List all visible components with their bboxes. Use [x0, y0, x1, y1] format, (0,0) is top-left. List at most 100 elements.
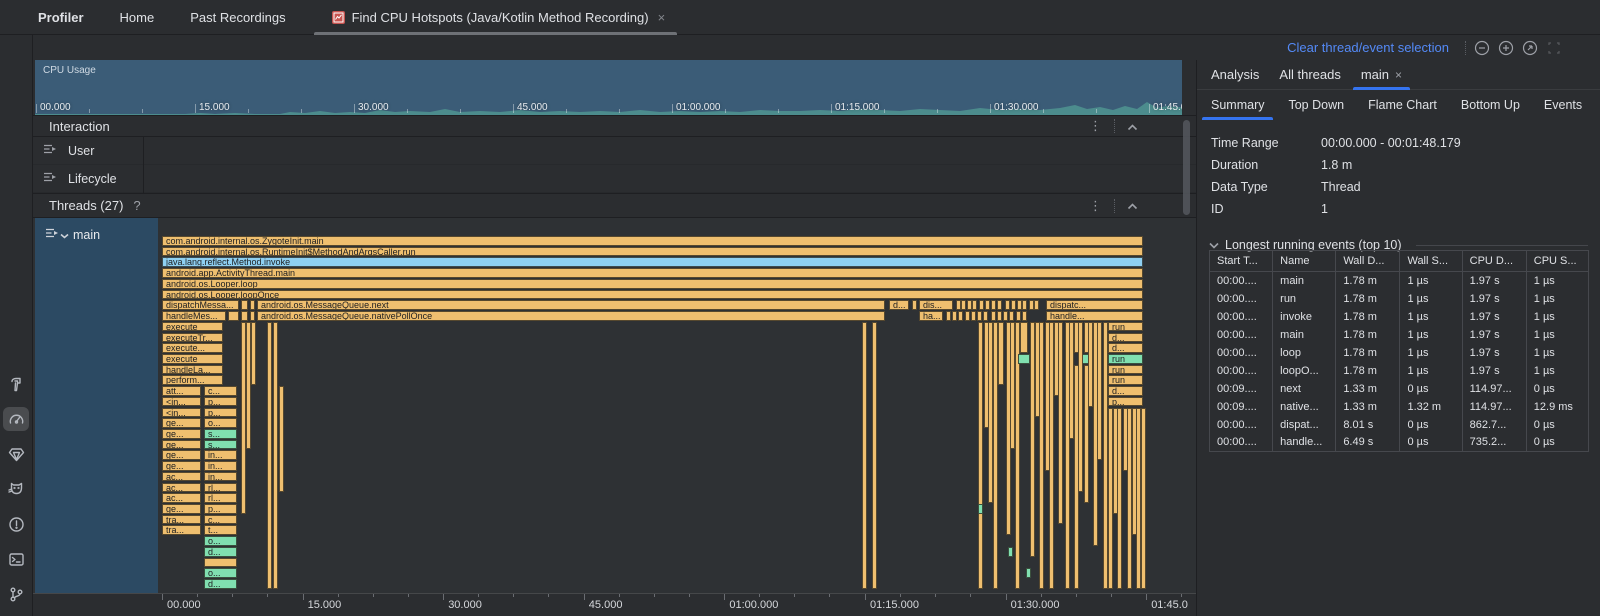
table-column-header[interactable]: CPU S... — [1526, 251, 1588, 272]
flame-bar[interactable]: d... — [1108, 333, 1143, 343]
flame-bar[interactable] — [983, 311, 988, 321]
event-row[interactable]: 00:00....invoke1.78 m1 µs1.97 s1 µs — [1210, 308, 1589, 326]
flame-bar[interactable]: executeTr... — [162, 333, 223, 343]
flame-bar[interactable]: ge... — [162, 429, 201, 439]
flame-bar[interactable]: d... — [889, 300, 909, 310]
nav-home[interactable]: Home — [120, 10, 155, 25]
flame-bar[interactable]: dispatchMessa... — [162, 300, 239, 310]
flame-bar[interactable] — [273, 322, 278, 589]
cpu-usage-chart[interactable]: CPU Usage 00.00015.00030.00045.00001:00.… — [35, 60, 1182, 115]
flame-bar[interactable]: rl... — [204, 493, 237, 503]
event-row[interactable]: 00:00....loopO...1.78 m1 µs1.97 s1 µs — [1210, 362, 1589, 380]
threads-help-icon[interactable]: ? — [133, 198, 140, 213]
interaction-row-lifecycle[interactable]: Lifecycle — [33, 165, 1196, 193]
flame-bar[interactable] — [1022, 300, 1027, 310]
flame-bar[interactable]: ac... — [162, 472, 201, 482]
flame-bar[interactable] — [228, 311, 239, 321]
flame-bar[interactable]: o... — [204, 418, 237, 428]
subtab-bottom-up[interactable]: Bottom Up — [1461, 90, 1520, 120]
flame-bar[interactable]: in... — [204, 472, 237, 482]
flame-bar[interactable] — [991, 311, 996, 321]
event-row[interactable]: 00:00....run1.78 m1 µs1.97 s1 µs — [1210, 290, 1589, 308]
event-row[interactable]: 00:00....dispat...8.01 s0 µs862.7...0 µs — [1210, 416, 1589, 434]
flame-bar[interactable]: handleLa... — [162, 365, 223, 375]
flame-bar[interactable]: o... — [204, 568, 237, 578]
event-row[interactable]: 00:09....next1.33 m0 µs114.97...0 µs — [1210, 380, 1589, 398]
flame-bar[interactable]: <in... — [162, 408, 201, 418]
flame-bar[interactable]: tra... — [162, 525, 201, 535]
flame-bar[interactable]: perform... — [162, 375, 223, 385]
flame-bar[interactable]: in... — [204, 461, 237, 471]
flame-bar[interactable]: d... — [204, 547, 237, 557]
table-column-header[interactable]: Wall S... — [1400, 251, 1462, 272]
recording-tab[interactable]: Find CPU Hotspots (Java/Kotlin Method Re… — [322, 0, 676, 35]
flame-bar[interactable] — [952, 311, 957, 321]
flame-bar[interactable]: dis... — [919, 300, 953, 310]
flame-bar[interactable]: <in... — [162, 397, 201, 407]
flame-bar[interactable]: ge... — [162, 461, 201, 471]
flame-bar[interactable]: s... — [204, 429, 237, 439]
event-row[interactable]: 00:00....handle...6.49 s0 µs735.2...0 µs — [1210, 434, 1589, 452]
kebab-menu-icon[interactable]: ⋮ — [1089, 198, 1102, 214]
flame-bar[interactable]: run — [1108, 365, 1143, 375]
flame-bar[interactable]: java.lang.reflect.Method.invoke — [162, 257, 1143, 267]
flame-bar[interactable]: android.os.MessageQueue.nativePollOnce — [257, 311, 885, 321]
interaction-row-user[interactable]: User — [33, 137, 1196, 165]
flame-bar[interactable] — [1016, 311, 1021, 321]
flame-bar[interactable] — [985, 300, 990, 310]
flame-bar[interactable]: dispatc... — [1046, 300, 1143, 310]
app-insights-diamond-icon[interactable] — [3, 442, 29, 466]
flame-bar[interactable] — [279, 386, 284, 492]
flame-bar[interactable] — [1020, 322, 1028, 353]
flame-bar[interactable] — [1003, 311, 1008, 321]
flame-bar[interactable] — [204, 558, 237, 568]
flame-bar[interactable] — [1141, 408, 1146, 589]
flame-bar[interactable]: com.android.internal.os.ZygoteInit.main — [162, 236, 1143, 246]
zoom-out-icon[interactable] — [1474, 40, 1490, 56]
flame-bar[interactable]: ge... — [162, 440, 201, 450]
event-row[interactable]: 00:00....main1.78 m1 µs1.97 s1 µs — [1210, 272, 1589, 290]
flame-bar[interactable]: ac... — [162, 483, 201, 493]
flame-bar[interactable]: ha... — [919, 311, 943, 321]
table-column-header[interactable]: Start T... — [1210, 251, 1273, 272]
flame-bar[interactable]: att... — [162, 386, 201, 396]
flame-bar[interactable]: execute... — [162, 343, 223, 353]
tab-main-thread[interactable]: main × — [1361, 60, 1402, 90]
tab-close-icon[interactable]: × — [658, 10, 666, 25]
zoom-in-icon[interactable] — [1498, 40, 1514, 56]
flame-bar[interactable]: android.app.ActivityThread.main — [162, 268, 1143, 278]
table-column-header[interactable]: Wall D... — [1336, 251, 1400, 272]
flame-bar[interactable]: t... — [204, 525, 237, 535]
flame-bar[interactable]: ac... — [162, 493, 201, 503]
subtab-summary[interactable]: Summary — [1211, 90, 1264, 120]
flame-bar[interactable] — [1058, 322, 1063, 525]
flame-bar[interactable]: d... — [204, 579, 237, 589]
flame-bar[interactable] — [1009, 311, 1014, 321]
flame-bar[interactable]: d... — [1108, 386, 1143, 396]
flame-bar[interactable]: p... — [1108, 397, 1143, 407]
subtab-top-down[interactable]: Top Down — [1288, 90, 1344, 120]
logcat-cat-icon[interactable] — [3, 477, 29, 501]
flame-bar[interactable]: tra... — [162, 515, 201, 525]
kebab-menu-icon[interactable]: ⋮ — [1089, 118, 1102, 134]
build-hammer-icon[interactable] — [3, 372, 29, 396]
flame-bar[interactable]: d... — [1108, 343, 1143, 353]
flame-bar[interactable] — [978, 504, 983, 514]
flame-bar[interactable]: rl... — [204, 483, 237, 493]
version-control-branch-icon[interactable] — [3, 582, 29, 606]
flame-bar[interactable] — [872, 322, 877, 589]
flame-bar[interactable] — [862, 322, 867, 589]
flame-bar[interactable] — [998, 322, 1004, 385]
flame-bar[interactable]: run — [1108, 322, 1143, 332]
thread-expand-chevron-down-icon[interactable] — [60, 226, 69, 244]
flame-bar[interactable] — [1097, 322, 1102, 460]
flame-bar[interactable] — [1039, 322, 1044, 589]
clear-selection-link[interactable]: Clear thread/event selection — [1287, 40, 1449, 55]
flame-bar[interactable] — [1034, 300, 1039, 310]
flame-bar[interactable] — [991, 300, 996, 310]
flame-bar[interactable] — [241, 311, 248, 321]
table-column-header[interactable]: CPU D... — [1462, 251, 1526, 272]
flame-bar[interactable]: run — [1108, 354, 1143, 364]
vertical-scrollbar[interactable] — [1183, 120, 1190, 215]
flame-bar[interactable] — [971, 311, 976, 321]
